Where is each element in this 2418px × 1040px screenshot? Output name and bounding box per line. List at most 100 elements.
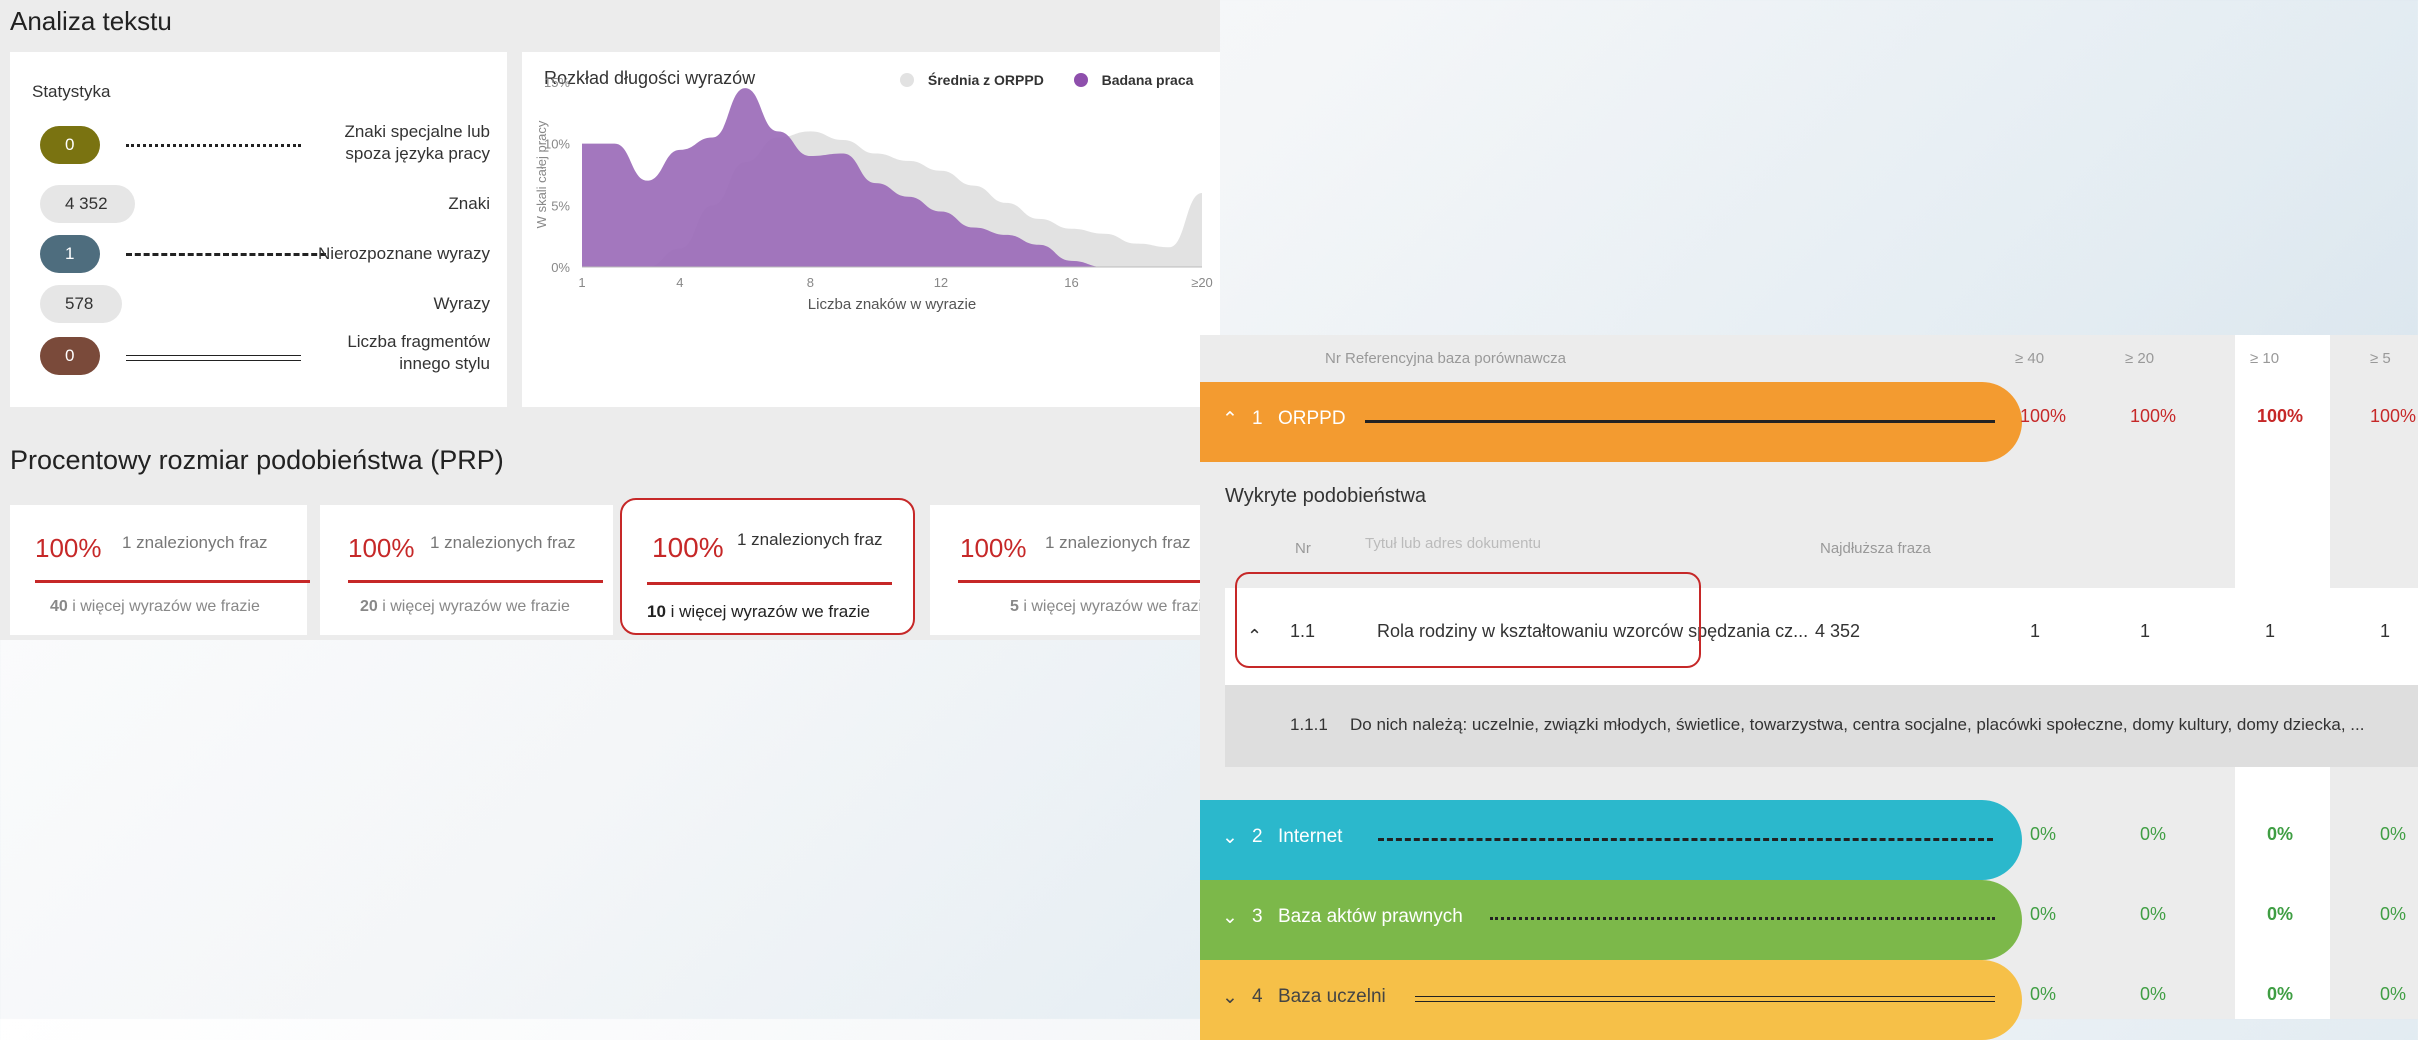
ref-number: 1	[1252, 408, 1263, 429]
chevron-down-icon[interactable]: ⌄	[1222, 826, 1238, 849]
chevron-up-icon[interactable]: ⌃	[1222, 408, 1238, 431]
x-tick-label: 1	[578, 275, 585, 290]
solid-line	[1365, 420, 1995, 423]
pct-5: 0%	[2379, 904, 2406, 924]
stat-label: Znaki specjalne lub spoza języka pracy	[344, 122, 490, 163]
statistics-card: Statystyka 0 Znaki specjalne lub spoza j…	[10, 52, 507, 407]
pct-10: 100%	[2256, 406, 2304, 426]
detected-subrow[interactable]: 1.1.1 Do nich należą: uczelnie, związki …	[1225, 685, 2418, 767]
prp-percent: 100%	[35, 533, 102, 563]
stat-label: Liczba fragmentów innego stylu	[347, 332, 490, 373]
header-col-10: ≥ 10	[2250, 350, 2280, 367]
detected-col-nr: Nr	[1295, 540, 1311, 557]
y-tick-label: 5%	[551, 198, 570, 213]
subrow-text: Do nich należą: uczelnie, związki młodyc…	[1350, 715, 2365, 734]
subrow-nr: 1.1.1	[1290, 715, 1328, 734]
dashed-line	[126, 253, 326, 256]
dashed-line	[1378, 838, 1993, 841]
prp-found-phrases: 1 znalezionych fraz	[122, 533, 268, 552]
statistics-heading: Statystyka	[32, 82, 111, 101]
reference-bases-panel: Nr Referencyjna baza porównawcza ≥ 40 ≥ …	[1200, 335, 2418, 1040]
prp-card-20[interactable]: 100% 1 znalezionych fraz 20 i więcej wyr…	[320, 505, 613, 635]
text-analysis-panel: Analiza tekstu Statystyka 0 Znaki specja…	[0, 0, 1220, 640]
chevron-down-icon[interactable]: ⌄	[1222, 986, 1238, 1009]
stat-unrecognized-words: 1 Nierozpoznane wyrazy	[40, 235, 490, 273]
double-line	[1415, 996, 1995, 1002]
pct-40: 0%	[2029, 984, 2056, 1004]
prp-found-phrases: 1 znalezionych fraz	[1045, 533, 1191, 552]
prp-card-10-highlighted[interactable]: 100% 1 znalezionych fraz 10 i więcej wyr…	[620, 498, 915, 635]
x-axis-label: Liczba znaków w wyrazie	[808, 296, 976, 313]
dotted-line	[1490, 917, 1995, 920]
x-tick-label: 12	[934, 275, 948, 290]
prp-underline	[647, 582, 892, 585]
ref-name: Baza uczelni	[1278, 986, 1386, 1007]
word-length-chart: 15%10%5%0%1 4 8 12 16 ≥20Liczba znaków w wyra…	[534, 75, 1213, 313]
dotted-line	[126, 144, 301, 147]
pct-20: 0%	[2139, 984, 2166, 1004]
pct-10: 0%	[2266, 904, 2293, 924]
prp-percent: 100%	[960, 533, 1027, 563]
stat-value-pill: 0	[40, 126, 100, 164]
detected-row[interactable]: ⌃ 1.1 Rola rodziny w kształtowaniu wzorc…	[1225, 572, 2418, 685]
prp-underline	[348, 580, 603, 583]
ref-number: 2	[1252, 826, 1263, 847]
ref-number: 4	[1252, 986, 1263, 1007]
highlight-frame	[1235, 572, 1701, 668]
panel-title: Analiza tekstu	[10, 6, 172, 36]
stat-words: 578 Wyrazy	[40, 285, 490, 323]
stat-label: Wyrazy	[433, 294, 490, 313]
header-col-40: ≥ 40	[2015, 350, 2045, 367]
stat-special-chars: 0 Znaki specjalne lub spoza języka pracy	[40, 122, 490, 164]
pct-5: 0%	[2379, 984, 2406, 1004]
y-axis-label: W skali całej pracy	[534, 120, 549, 228]
header-col-5: ≥ 5	[2370, 350, 2391, 367]
ref-row-internet[interactable]: ⌄ 2 Internet 0% 0% 0% 0%	[1200, 800, 2418, 880]
stat-other-style-fragments: 0 Liczba fragmentów innego stylu	[40, 332, 490, 375]
pct-10: 0%	[2266, 824, 2293, 844]
prp-found-phrases: 1 znalezionych fraz	[737, 530, 883, 549]
detected-row-longest: 4 352	[1815, 621, 1861, 641]
prp-underline	[35, 580, 310, 583]
x-tick-label: 16	[1064, 275, 1078, 290]
table-header: Nr Referencyjna baza porównawcza ≥ 40 ≥ …	[1200, 335, 2418, 385]
stat-chars: 4 352 Znaki	[40, 185, 490, 223]
chevron-down-icon[interactable]: ⌄	[1222, 906, 1238, 929]
x-tick-label: 4	[676, 275, 683, 290]
ref-row-legal-acts[interactable]: ⌄ 3 Baza aktów prawnych 0% 0% 0% 0%	[1200, 880, 2418, 960]
pct-20: 0%	[2139, 824, 2166, 844]
detected-col-title: Tytuł lub adres dokumentu	[1365, 535, 1541, 552]
pct-5: 0%	[2379, 824, 2406, 844]
prp-percent: 100%	[348, 533, 415, 563]
prp-card-40[interactable]: 100% 1 znalezionych fraz 40 i więcej wyr…	[10, 505, 310, 635]
stat-label: Znaki	[448, 194, 490, 213]
y-tick-label: 15%	[544, 75, 570, 90]
ref-number: 3	[1252, 906, 1263, 927]
detected-col-longest: Najdłuższa fraza	[1820, 540, 1931, 557]
prp-underline	[958, 580, 1220, 583]
word-length-chart-card: Rozkład długości wyrazów Średnia z ORPPD…	[522, 52, 1220, 407]
count-20: 1	[2140, 621, 2151, 641]
pct-20: 100%	[2129, 406, 2177, 426]
stat-value-pill: 578	[40, 285, 122, 323]
ref-row-orppd[interactable]: ⌃ 1 ORPPD 100% 100% 100% 100%	[1200, 382, 2418, 462]
pct-40: 0%	[2029, 904, 2056, 924]
pct-5: 100%	[2369, 406, 2417, 426]
stat-label: Nierozpoznane wyrazy	[318, 244, 490, 263]
double-line	[126, 355, 301, 361]
prp-note: 5 i więcej wyrazów we frazie	[1010, 598, 1211, 615]
header-nr-base: Nr Referencyjna baza porównawcza	[1325, 350, 1566, 367]
stat-value-pill: 4 352	[40, 185, 135, 223]
prp-heading: Procentowy rozmiar podobieństwa (PRP)	[10, 445, 504, 475]
prp-found-phrases: 1 znalezionych fraz	[430, 533, 576, 552]
prp-card-5[interactable]: 100% 1 znalezionych fraz 5 i więcej wyra…	[930, 505, 1220, 635]
count-10: 1	[2265, 621, 2276, 641]
ref-name: ORPPD	[1278, 408, 1346, 429]
prp-note: 40 i więcej wyrazów we frazie	[50, 598, 260, 615]
ref-name: Internet	[1278, 826, 1343, 847]
ref-row-university-base[interactable]: ⌄ 4 Baza uczelni 0% 0% 0% 0%	[1200, 960, 2418, 1040]
stat-value-pill: 1	[40, 235, 100, 273]
count-5: 1	[2380, 621, 2391, 641]
prp-note: 10 i więcej wyrazów we frazie	[647, 602, 870, 621]
pct-10: 0%	[2266, 984, 2293, 1004]
